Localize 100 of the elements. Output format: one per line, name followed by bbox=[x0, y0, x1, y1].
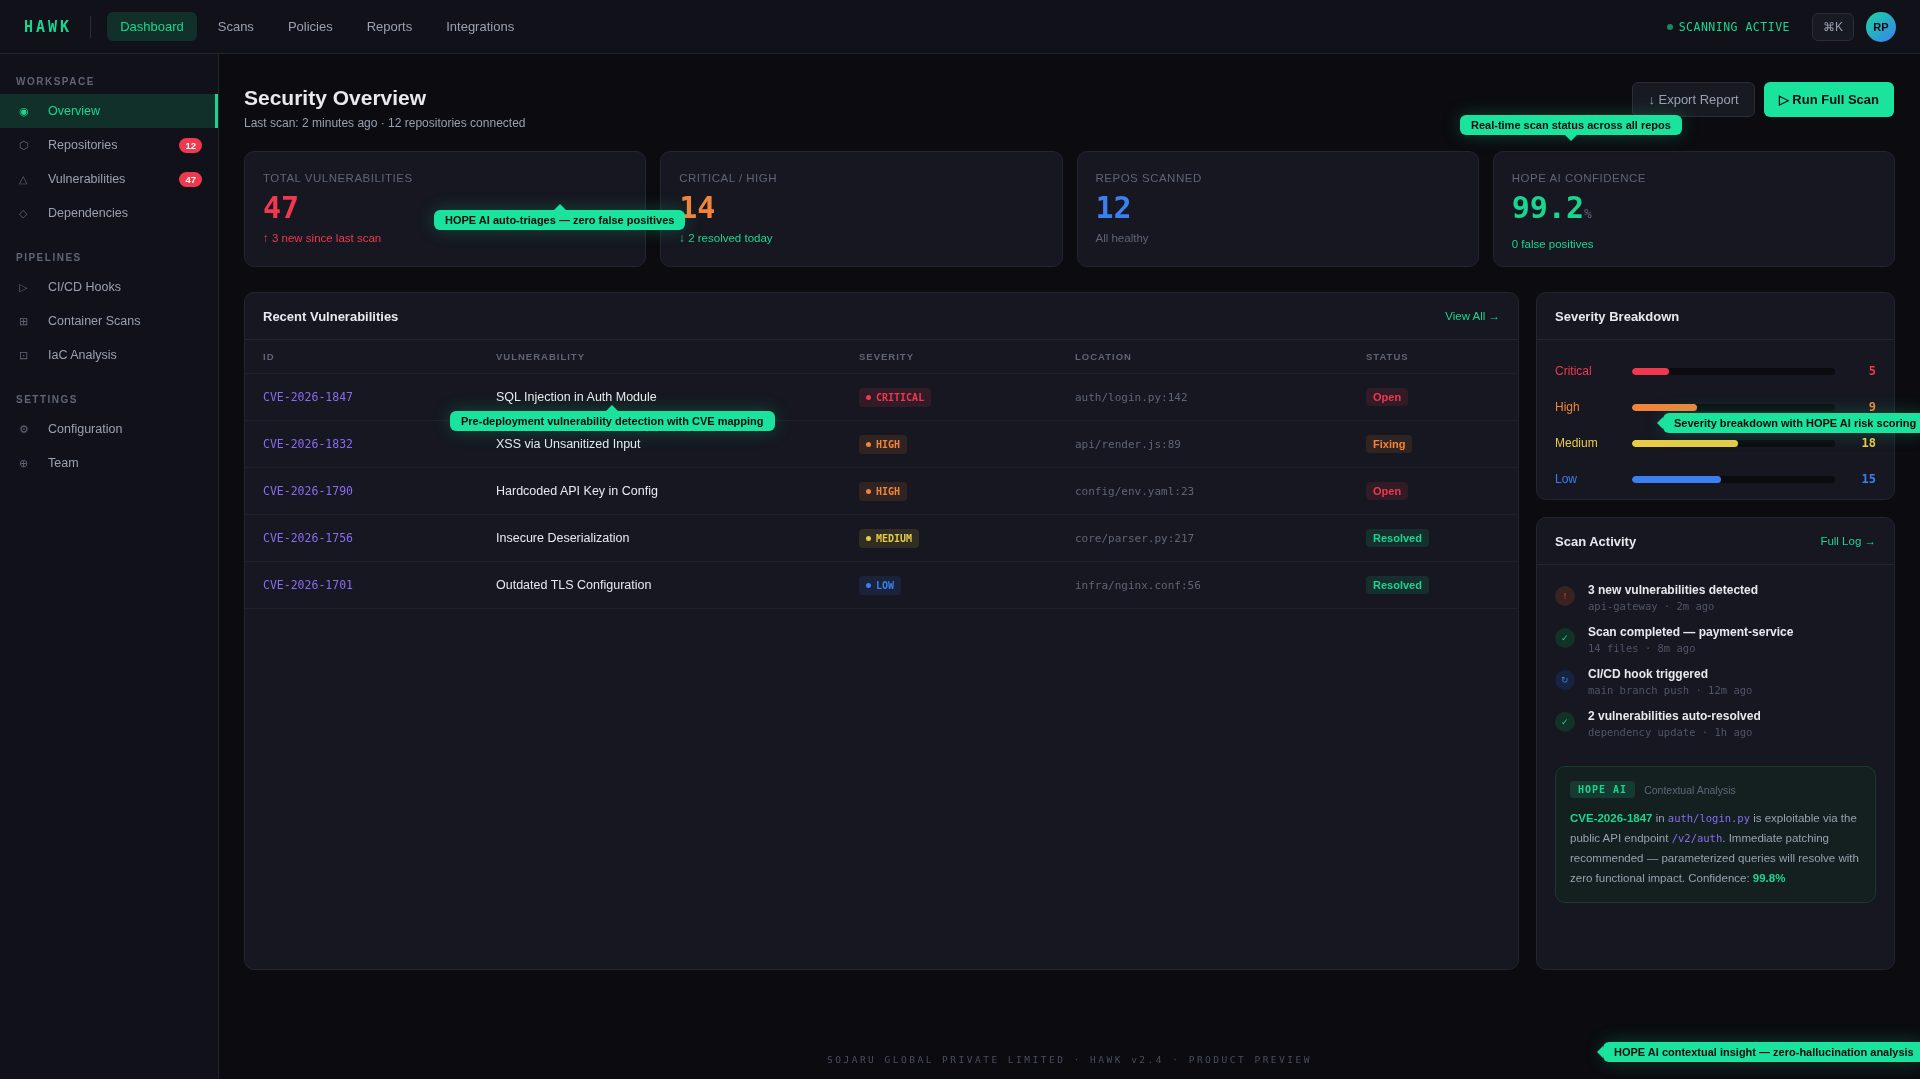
severity-label: Low bbox=[1555, 472, 1578, 486]
nav-tab[interactable]: Dashboard bbox=[107, 12, 197, 41]
nav-tab[interactable]: Policies bbox=[274, 12, 346, 41]
count-badge: 47 bbox=[179, 171, 202, 187]
callout-pointer-icon bbox=[1657, 417, 1663, 429]
stat-note: All healthy bbox=[1095, 232, 1149, 244]
stat-value: 99.2% bbox=[1511, 190, 1592, 227]
sidebar-item[interactable]: ⊞ Container Scans bbox=[0, 304, 218, 338]
stat-value: 12 bbox=[1095, 190, 1132, 226]
page-subtitle: Last scan: 2 minutes ago · 12 repositories connected bbox=[244, 116, 526, 130]
column-header: VULNERABILITY bbox=[496, 351, 586, 362]
column-header: ID bbox=[263, 351, 276, 362]
view-all-link[interactable]: View All → bbox=[1445, 310, 1500, 322]
panel-title: Scan Activity bbox=[1555, 533, 1637, 549]
sidebar-section-title: WORKSPACE bbox=[15, 75, 96, 89]
panel-title: Recent Vulnerabilities bbox=[263, 308, 399, 324]
vulnerability-name: Insecure Deserialization bbox=[496, 531, 630, 545]
nav-tab[interactable]: Scans bbox=[204, 12, 267, 41]
vulnerability-name: Outdated TLS Configuration bbox=[496, 578, 652, 592]
severity-badge: LOW bbox=[859, 575, 902, 595]
nav-tab[interactable]: Integrations bbox=[433, 12, 528, 41]
severity-label: Critical bbox=[1555, 364, 1593, 378]
insight-text: CVE-2026-1847 in auth/login.py is exploitable via the public API endpoint /v2/auth. Immediate patching recommended — parameterized queries will resolve with zero functional impact. Confidence: 99.8% bbox=[1570, 811, 1860, 886]
vulnerability-name: Hardcoded API Key in Config bbox=[496, 484, 658, 498]
nav-tab[interactable]: Reports bbox=[353, 12, 426, 41]
ai-tag: HOPE AI bbox=[1570, 781, 1636, 798]
activity-status-icon: ✓ bbox=[1555, 712, 1575, 732]
insight-subtitle: Contextual Analysis bbox=[1644, 783, 1736, 796]
panel-title: Severity Breakdown bbox=[1555, 308, 1680, 324]
stat-label: CRITICAL / HIGH bbox=[679, 172, 779, 184]
stat-label: HOPE AI CONFIDENCE bbox=[1511, 172, 1647, 184]
sidebar-item[interactable]: ⬡ Repositories 12 bbox=[0, 128, 218, 162]
sidebar-item[interactable]: ◉ Overview bbox=[0, 94, 218, 128]
stat-note: 0 false positives bbox=[1511, 238, 1594, 250]
sidebar-item[interactable]: ⊡ IaC Analysis bbox=[0, 338, 218, 372]
severity-badge: CRITICAL bbox=[859, 387, 932, 407]
sidebar-item[interactable]: ⊕ Team bbox=[0, 446, 218, 480]
severity-count: 5 bbox=[1868, 364, 1876, 378]
file-location: infra/nginx.conf:56 bbox=[1075, 578, 1202, 592]
activity-status-icon: ↻ bbox=[1555, 670, 1575, 690]
stat-label: TOTAL VULNERABILITIES bbox=[263, 172, 414, 184]
status-badge: Open bbox=[1366, 482, 1409, 500]
callout-pointer-icon bbox=[1564, 135, 1577, 141]
export-button[interactable]: ↓ Export Report bbox=[1632, 82, 1755, 117]
status-badge: Open bbox=[1366, 388, 1409, 406]
stat-note: ↓ 2 resolved today bbox=[679, 232, 773, 244]
activity-meta: main branch push · 12m ago bbox=[1588, 684, 1753, 696]
cve-id[interactable]: CVE-2026-1790 bbox=[263, 484, 496, 498]
sidebar-item[interactable]: ▷ CI/CD Hooks bbox=[0, 270, 218, 304]
sidebar-item[interactable]: ◇ Dependencies bbox=[0, 196, 218, 230]
severity-count: 18 bbox=[1861, 436, 1876, 450]
sidebar-icon: ⊕ bbox=[19, 456, 33, 470]
vulnerability-name: XSS via Unsanitized Input bbox=[496, 437, 641, 451]
stat-value: 47 bbox=[263, 190, 300, 226]
cve-id[interactable]: CVE-2026-1847 bbox=[263, 390, 496, 404]
sidebar-icon: ⚙ bbox=[19, 422, 33, 436]
sidebar-section-title: SETTINGS bbox=[15, 393, 79, 407]
callout-pointer-icon bbox=[606, 405, 619, 411]
user-avatar[interactable]: RP bbox=[1866, 11, 1896, 42]
sidebar-icon: △ bbox=[19, 172, 33, 186]
cve-id[interactable]: CVE-2026-1756 bbox=[263, 531, 496, 545]
sidebar-icon: ▷ bbox=[19, 280, 33, 294]
file-location: auth/login.py:142 bbox=[1075, 390, 1189, 404]
activity-meta: 14 files · 8m ago bbox=[1588, 642, 1697, 654]
page-title: Security Overview bbox=[244, 86, 428, 110]
column-header: STATUS bbox=[1366, 351, 1410, 362]
count-badge: 12 bbox=[179, 137, 202, 153]
severity-badge: MEDIUM bbox=[859, 528, 920, 548]
callout-pointer-icon bbox=[553, 204, 566, 210]
callout-pointer-icon bbox=[1597, 1046, 1603, 1058]
status-badge: Resolved bbox=[1366, 576, 1429, 594]
run-scan-button[interactable]: ▷ Run Full Scan bbox=[1763, 82, 1894, 117]
command-shortcut-button[interactable]: ⌘K bbox=[1812, 12, 1854, 41]
status-badge: Fixing bbox=[1366, 435, 1413, 453]
sidebar-icon: ◉ bbox=[19, 104, 33, 118]
sidebar-item[interactable]: △ Vulnerabilities 47 bbox=[0, 162, 218, 196]
cve-id[interactable]: CVE-2026-1832 bbox=[263, 437, 496, 451]
severity-label: Medium bbox=[1555, 436, 1599, 450]
vulnerability-name: SQL Injection in Auth Module bbox=[496, 390, 657, 404]
column-header: LOCATION bbox=[1075, 351, 1133, 362]
activity-title: 2 vulnerabilities auto-resolved bbox=[1588, 709, 1761, 723]
stat-note: ↑ 3 new since last scan bbox=[263, 232, 382, 244]
activity-status-icon: ! bbox=[1555, 586, 1575, 606]
sidebar-icon: ⊡ bbox=[19, 348, 33, 362]
sidebar-item[interactable]: ⚙ Configuration bbox=[0, 412, 218, 446]
full-log-link[interactable]: Full Log → bbox=[1820, 535, 1876, 547]
severity-badge: HIGH bbox=[859, 434, 908, 454]
activity-status-icon: ✓ bbox=[1555, 628, 1575, 648]
sidebar-icon: ⬡ bbox=[19, 138, 33, 152]
activity-title: 3 new vulnerabilities detected bbox=[1588, 583, 1759, 597]
file-location: core/parser.py:217 bbox=[1075, 531, 1196, 545]
activity-title: Scan completed — payment-service bbox=[1588, 625, 1794, 639]
scan-status: SCANNING ACTIVE bbox=[1678, 19, 1790, 34]
cve-id[interactable]: CVE-2026-1701 bbox=[263, 578, 496, 592]
status-badge: Resolved bbox=[1366, 529, 1429, 547]
logo: HAWK bbox=[24, 17, 73, 36]
sidebar-section-title: PIPELINES bbox=[15, 251, 83, 265]
activity-title: CI/CD hook triggered bbox=[1588, 667, 1709, 681]
severity-count: 15 bbox=[1861, 472, 1876, 486]
stat-label: REPOS SCANNED bbox=[1095, 172, 1203, 184]
